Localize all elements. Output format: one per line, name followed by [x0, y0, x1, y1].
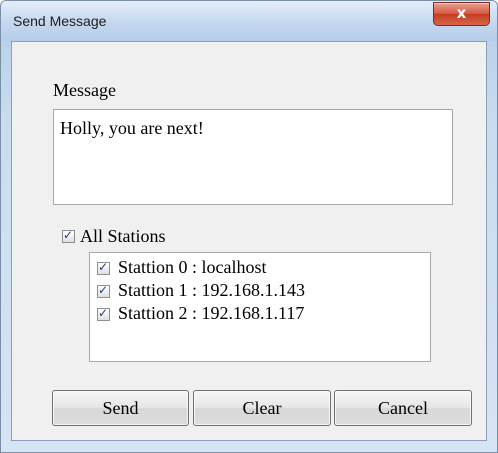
- close-icon: x: [456, 4, 467, 22]
- close-button[interactable]: x: [433, 2, 490, 26]
- station-0-checkbox[interactable]: [97, 260, 110, 275]
- all-stations-label: All Stations: [80, 226, 166, 246]
- station-2-label: Stattion 2 : 192.168.1.117: [118, 303, 305, 323]
- station-1-label: Stattion 1 : 192.168.1.143: [118, 280, 306, 300]
- dialog-content: Message Holly, you are next! All Station…: [11, 41, 487, 441]
- station-item-2[interactable]: Stattion 2 : 192.168.1.117: [90, 303, 430, 325]
- message-textarea[interactable]: Holly, you are next!: [53, 109, 453, 205]
- station-item-1[interactable]: Stattion 1 : 192.168.1.143: [90, 280, 430, 302]
- send-button[interactable]: Send: [52, 390, 189, 426]
- clear-button[interactable]: Clear: [193, 390, 331, 426]
- stations-list[interactable]: Stattion 0 : localhost Stattion 1 : 192.…: [89, 252, 431, 362]
- station-1-checkbox[interactable]: [97, 283, 110, 298]
- station-2-checkbox[interactable]: [97, 306, 110, 321]
- all-stations-checkbox[interactable]: [62, 228, 75, 243]
- station-0-label: Stattion 0 : localhost: [118, 257, 267, 277]
- window-title: Send Message: [13, 13, 107, 29]
- message-label: Message: [53, 80, 116, 100]
- cancel-button[interactable]: Cancel: [334, 390, 472, 426]
- station-item-0[interactable]: Stattion 0 : localhost: [90, 257, 430, 279]
- title-bar[interactable]: Send Message x: [1, 1, 497, 41]
- send-message-dialog: Send Message x Message Holly, you are ne…: [0, 0, 498, 453]
